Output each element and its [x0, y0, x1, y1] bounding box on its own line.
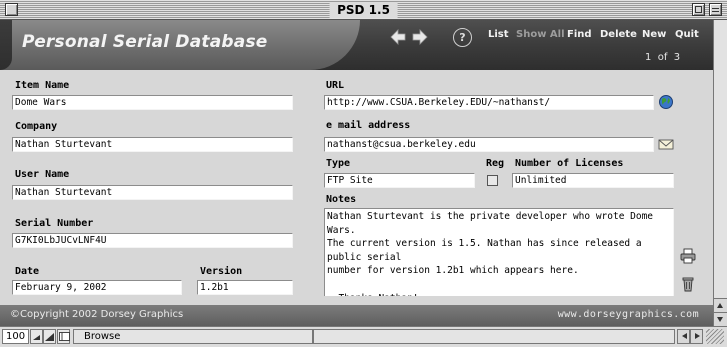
app-header: Personal Serial Database ? List Show All… — [0, 20, 727, 70]
globe-icon — [659, 95, 673, 109]
serial-number-field[interactable]: G7KI0LbJUCvLNF4U — [12, 233, 293, 248]
user-name-label: User Name — [15, 169, 70, 180]
status-bar: 100 Browse — [0, 326, 727, 347]
quit-button[interactable]: Quit — [675, 29, 699, 40]
trash-button[interactable] — [680, 276, 696, 292]
url-field[interactable]: http://www.CSUA.Berkeley.EDU/~nathanst/ — [324, 95, 654, 110]
email-label: e mail address — [326, 120, 411, 131]
url-label: URL — [326, 80, 345, 91]
type-field[interactable]: FTP Site — [324, 173, 475, 188]
item-name-field[interactable]: Dome Wars — [12, 95, 293, 110]
zoom-box-button[interactable] — [692, 3, 705, 16]
licenses-field[interactable]: Unlimited — [512, 173, 674, 188]
company-field[interactable]: Nathan Sturtevant — [12, 137, 293, 152]
printer-icon — [680, 248, 696, 264]
record-counter: 1 of 3 — [645, 52, 681, 63]
copyright-text: ©Copyright 2002 Dorsey Graphics — [10, 309, 184, 320]
window-title: PSD 1.5 — [329, 2, 398, 18]
resize-grip[interactable] — [706, 329, 724, 344]
zoom-out-icon — [33, 335, 40, 340]
serial-number-label: Serial Number — [15, 218, 94, 229]
scroll-up-button[interactable] — [714, 298, 727, 312]
email-field[interactable]: nathanst@csua.berkeley.edu — [324, 137, 654, 152]
date-label: Date — [15, 266, 40, 277]
show-all-button[interactable]: Show All — [516, 29, 565, 40]
arrow-right-icon — [412, 29, 428, 45]
notes-label: Notes — [326, 194, 357, 205]
collapse-box-button[interactable] — [709, 3, 722, 16]
list-button[interactable]: List — [488, 29, 509, 40]
delete-button[interactable]: Delete — [600, 29, 637, 40]
new-record-button[interactable]: New — [642, 29, 666, 40]
close-box-button[interactable] — [5, 3, 18, 16]
website-link[interactable]: www.dorseygraphics.com — [558, 309, 699, 320]
next-record-button[interactable] — [412, 29, 428, 45]
date-field[interactable]: February 9, 2002 — [12, 280, 182, 295]
print-button[interactable] — [680, 248, 696, 264]
status-area-toggle[interactable] — [57, 329, 70, 344]
zoom-in-button[interactable] — [43, 329, 56, 344]
zoom-in-icon — [45, 333, 54, 341]
vertical-scrollbar[interactable] — [713, 20, 727, 326]
app-title: Personal Serial Database — [22, 32, 268, 52]
reg-label: Reg — [486, 158, 505, 169]
version-field[interactable]: 1.2b1 — [197, 280, 293, 295]
envelope-icon — [658, 139, 674, 150]
scroll-left-button[interactable] — [677, 329, 690, 344]
footer-band: ©Copyright 2002 Dorsey Graphics www.dors… — [0, 305, 713, 326]
zoom-level[interactable]: 100 — [2, 329, 29, 344]
find-button[interactable]: Find — [567, 29, 592, 40]
company-label: Company — [15, 121, 58, 132]
status-area-icon — [59, 332, 70, 341]
trash-icon — [682, 277, 694, 292]
arrow-left-icon — [390, 29, 406, 45]
help-button[interactable]: ? — [453, 28, 472, 47]
user-name-field[interactable]: Nathan Sturtevant — [12, 185, 293, 200]
previous-record-button[interactable] — [390, 29, 406, 45]
licenses-label: Number of Licenses — [515, 158, 624, 169]
version-label: Version — [200, 266, 243, 277]
zoom-out-button[interactable] — [30, 329, 43, 344]
mode-indicator[interactable]: Browse — [73, 329, 313, 344]
type-label: Type — [326, 158, 351, 169]
item-name-label: Item Name — [15, 80, 70, 91]
help-icon: ? — [459, 31, 466, 44]
window-title-bar[interactable]: PSD 1.5 — [0, 0, 727, 20]
notes-field[interactable]: Nathan Sturtevant is the private develop… — [324, 208, 674, 296]
record-form: Item Name Dome Wars Company Nathan Sturt… — [0, 70, 713, 305]
scroll-down-button[interactable] — [714, 312, 727, 326]
horizontal-scrollbar[interactable] — [313, 329, 675, 344]
reg-checkbox[interactable] — [487, 175, 498, 186]
open-url-button[interactable] — [658, 94, 674, 110]
send-email-button[interactable] — [658, 136, 674, 152]
scroll-right-button[interactable] — [690, 329, 703, 344]
